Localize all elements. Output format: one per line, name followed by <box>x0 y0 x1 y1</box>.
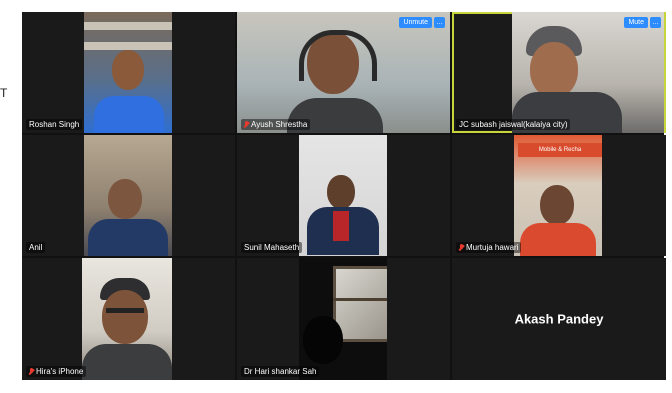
participant-video <box>84 12 172 133</box>
participant-tile-akash-pandey[interactable]: Akash Pandey <box>452 258 666 380</box>
participant-display-name: Akash Pandey <box>514 311 604 327</box>
participant-name-label: Anil <box>26 242 46 253</box>
participant-head <box>530 42 578 98</box>
participant-name-label: Murtuja hawari <box>456 242 522 253</box>
participant-tile-roshan-singh[interactable]: Roshan Singh <box>22 12 235 133</box>
participant-video <box>512 12 664 133</box>
participant-silhouette <box>303 316 343 364</box>
cropped-edge-text: T <box>0 86 8 100</box>
headphones <box>299 30 377 81</box>
video-gallery: Roshan Singh Unmute ... Ayush Shrestha M… <box>22 12 666 380</box>
participant-tile-sunil-mahaseth[interactable]: Sunil Mahaseth <box>237 135 450 256</box>
participant-tile-dr-hari-shankar-sah[interactable]: Dr Hari shankar Sah <box>237 258 450 380</box>
participant-name-label: Sunil Mahaseth <box>241 242 303 253</box>
participant-name-label: Ayush Shrestha <box>241 119 311 130</box>
participant-name-label: JC subash jaiswal(kalaiya city) <box>456 119 571 130</box>
participant-video <box>84 135 172 256</box>
window-bar <box>333 298 387 301</box>
more-options-button[interactable]: ... <box>650 17 661 28</box>
participant-video <box>299 258 387 380</box>
participant-head <box>112 50 144 90</box>
participant-glasses <box>106 308 144 313</box>
video-shelf <box>84 22 172 30</box>
participant-head <box>108 179 142 219</box>
participant-video <box>237 12 450 133</box>
background-sign: Mobile & Recha <box>518 143 602 157</box>
participant-name-label: Dr Hari shankar Sah <box>241 366 320 377</box>
muted-mic-icon <box>244 120 249 129</box>
video-shelf <box>84 42 172 50</box>
participant-tile-hiras-iphone[interactable]: Hira's iPhone <box>22 258 235 380</box>
participant-shirt <box>520 223 596 256</box>
participant-name-label: Hira's iPhone <box>26 366 87 377</box>
tile-controls: Unmute ... <box>399 17 445 28</box>
muted-mic-icon <box>459 243 464 252</box>
participant-shirt <box>82 344 172 380</box>
participant-head <box>102 290 148 344</box>
unmute-button[interactable]: Unmute <box>399 17 432 28</box>
participant-head <box>540 185 574 225</box>
mute-button[interactable]: Mute <box>624 17 648 28</box>
muted-mic-icon <box>29 367 34 376</box>
tile-controls: Mute ... <box>624 17 661 28</box>
participant-tile-jc-subash-jaiswal[interactable]: Mute ... JC subash jaiswal(kalaiya city) <box>452 12 666 133</box>
participant-tile-ayush-shrestha[interactable]: Unmute ... Ayush Shrestha <box>237 12 450 133</box>
shirt-accent <box>333 211 349 241</box>
participant-video: Mobile & Recha <box>514 135 602 256</box>
participant-video <box>82 258 172 380</box>
participant-head <box>327 175 355 209</box>
more-options-button[interactable]: ... <box>434 17 445 28</box>
participant-name-label: Roshan Singh <box>26 119 83 130</box>
participant-tile-murtuja-hawari[interactable]: Mobile & Recha Murtuja hawari <box>452 135 666 256</box>
participant-video <box>299 135 387 256</box>
participant-shirt <box>88 219 168 256</box>
participant-shirt <box>94 96 164 133</box>
participant-tile-anil[interactable]: Anil <box>22 135 235 256</box>
